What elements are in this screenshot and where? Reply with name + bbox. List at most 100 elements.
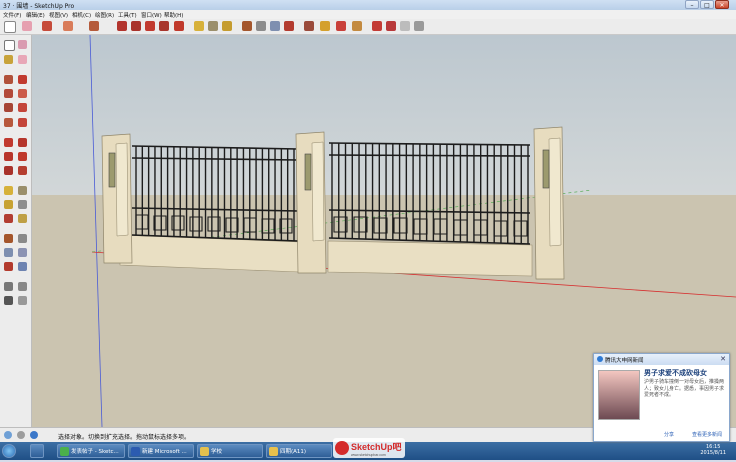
push-pull-icon[interactable]	[18, 138, 27, 147]
word-icon	[131, 447, 140, 456]
move-tool-icon[interactable]	[145, 21, 155, 31]
dimension-icon[interactable]	[18, 186, 27, 195]
system-clock[interactable]: 16:15 2015/8/11	[700, 444, 726, 456]
credits-icon[interactable]	[17, 431, 25, 439]
standard-view-icon[interactable]	[372, 21, 382, 31]
orbit-icon[interactable]	[4, 234, 13, 243]
offset-icon[interactable]	[18, 166, 27, 175]
zoom-window-icon[interactable]	[18, 248, 27, 257]
maximize-button[interactable]: □	[700, 0, 714, 9]
paint-bucket-icon[interactable]	[222, 21, 232, 31]
pinned-app-icon[interactable]	[30, 444, 44, 458]
offset-tool-icon[interactable]	[131, 21, 141, 31]
taskbar-item-word[interactable]: 新建 Microsoft ...	[128, 444, 194, 458]
menu-view[interactable]: 视图(V)	[49, 11, 68, 19]
wireframe-view-icon[interactable]	[414, 21, 424, 31]
geo-location-icon[interactable]	[4, 431, 12, 439]
menu-file[interactable]: 文件(F)	[3, 11, 21, 19]
tape-measure-icon[interactable]	[194, 21, 204, 31]
arc-icon[interactable]	[18, 89, 27, 98]
dimension-tool-icon[interactable]	[208, 21, 218, 31]
share-model-icon[interactable]	[320, 21, 330, 31]
menu-help[interactable]: 帮助(H)	[164, 11, 183, 19]
more-news-link[interactable]: 查看更多新闻	[692, 431, 722, 438]
close-icon[interactable]: ✕	[720, 355, 726, 363]
two-point-arc-icon[interactable]	[18, 118, 27, 127]
news-popup-title: 腾讯大申网新闻	[605, 358, 644, 364]
qq-icon	[597, 356, 603, 362]
menu-tools[interactable]: 工具(T)	[118, 11, 137, 19]
protractor-icon[interactable]	[4, 200, 13, 209]
select-icon[interactable]	[4, 40, 15, 51]
components-icon[interactable]	[336, 21, 346, 31]
rotate-tool-icon[interactable]	[159, 21, 169, 31]
scale-icon[interactable]	[4, 166, 13, 175]
taskbar-item-sketchup[interactable]: 四期(A11)	[266, 444, 332, 458]
menu-draw[interactable]: 绘图(R)	[95, 11, 114, 19]
xray-view-icon[interactable]	[400, 21, 410, 31]
zoom-extents-icon[interactable]	[284, 21, 294, 31]
rectangle-tool-icon[interactable]	[89, 21, 99, 31]
look-around-icon[interactable]	[18, 282, 27, 291]
follow-me-icon[interactable]	[18, 152, 27, 161]
paint-icon[interactable]	[4, 55, 13, 64]
section-plane-icon[interactable]	[18, 296, 27, 305]
freehand-icon[interactable]	[18, 103, 27, 112]
arc-tool-icon[interactable]	[63, 21, 73, 31]
instructor-icon[interactable]	[30, 431, 38, 439]
title-bar: 37 · 围墙 - SketchUp Pro – □ ✕	[0, 0, 736, 10]
scale-tool-icon[interactable]	[174, 21, 184, 31]
rectangle-icon[interactable]	[4, 75, 13, 84]
pie-icon[interactable]	[4, 118, 13, 127]
circle-icon[interactable]	[4, 89, 13, 98]
pan-icon[interactable]	[18, 234, 27, 243]
share-link[interactable]: 分享	[664, 431, 674, 438]
text-icon[interactable]	[18, 200, 27, 209]
zoom-tool-icon[interactable]	[270, 21, 280, 31]
line-tool-icon[interactable]	[42, 21, 52, 31]
taskbar-item-folder[interactable]: 学校	[197, 444, 263, 458]
menu-edit[interactable]: 编辑(E)	[26, 11, 45, 19]
news-body: 沪男子骑车撞倒一对母女后，推搡两人；致女儿身亡。据悉，事因男子求爱死者不成。	[644, 379, 725, 398]
rotate-icon[interactable]	[4, 152, 13, 161]
news-headline[interactable]: 男子求爱不成砍母女	[644, 368, 726, 378]
tape-icon[interactable]	[4, 186, 13, 195]
close-button[interactable]: ✕	[715, 0, 729, 9]
zoom-icon[interactable]	[4, 248, 13, 257]
left-toolbar	[0, 35, 32, 427]
3d-text-icon[interactable]	[18, 214, 27, 223]
zoom-extents-side-icon[interactable]	[18, 262, 27, 271]
sketchup-icon	[269, 447, 278, 456]
walk-icon[interactable]	[4, 282, 13, 291]
warehouse-icon[interactable]	[304, 21, 314, 31]
select-tool-icon[interactable]	[4, 21, 16, 33]
polygon-icon[interactable]	[4, 103, 13, 112]
front-view-icon[interactable]	[386, 21, 396, 31]
menu-camera[interactable]: 相机(C)	[72, 11, 91, 19]
line-icon[interactable]	[18, 75, 27, 84]
clock-date: 2015/8/11	[700, 450, 726, 456]
make-component-icon[interactable]	[18, 40, 27, 49]
news-thumbnail[interactable]	[598, 370, 640, 420]
eraser-tool-icon[interactable]	[22, 21, 32, 31]
start-button[interactable]	[2, 444, 16, 458]
status-message: 选择对象。切换到扩充选择。拖动鼠标选择多项。	[58, 434, 191, 441]
folder-icon	[200, 447, 209, 456]
move-icon[interactable]	[4, 138, 13, 147]
axes-icon[interactable]	[4, 214, 13, 223]
extension-icon[interactable]	[352, 21, 362, 31]
menu-bar: 文件(F) 编辑(E) 视图(V) 相机(C) 绘图(R) 工具(T) 窗口(W…	[0, 10, 736, 19]
pillar-middle	[295, 131, 327, 274]
push-pull-tool-icon[interactable]	[117, 21, 127, 31]
menu-window[interactable]: 窗口(W)	[141, 11, 162, 19]
eraser-icon[interactable]	[18, 55, 27, 64]
position-camera-icon[interactable]	[4, 296, 13, 305]
watermark-logo: SketchUp吧 www.sketchupbar.com	[333, 436, 405, 460]
minimize-button[interactable]: –	[685, 0, 699, 9]
taskbar-item-browser[interactable]: 发表帖子 - Sketc...	[57, 444, 125, 458]
news-popup-header: 腾讯大申网新闻 ✕	[594, 354, 729, 365]
pan-tool-icon[interactable]	[256, 21, 266, 31]
orbit-tool-icon[interactable]	[242, 21, 252, 31]
previous-view-icon[interactable]	[4, 262, 13, 271]
pillar-left	[101, 133, 133, 264]
